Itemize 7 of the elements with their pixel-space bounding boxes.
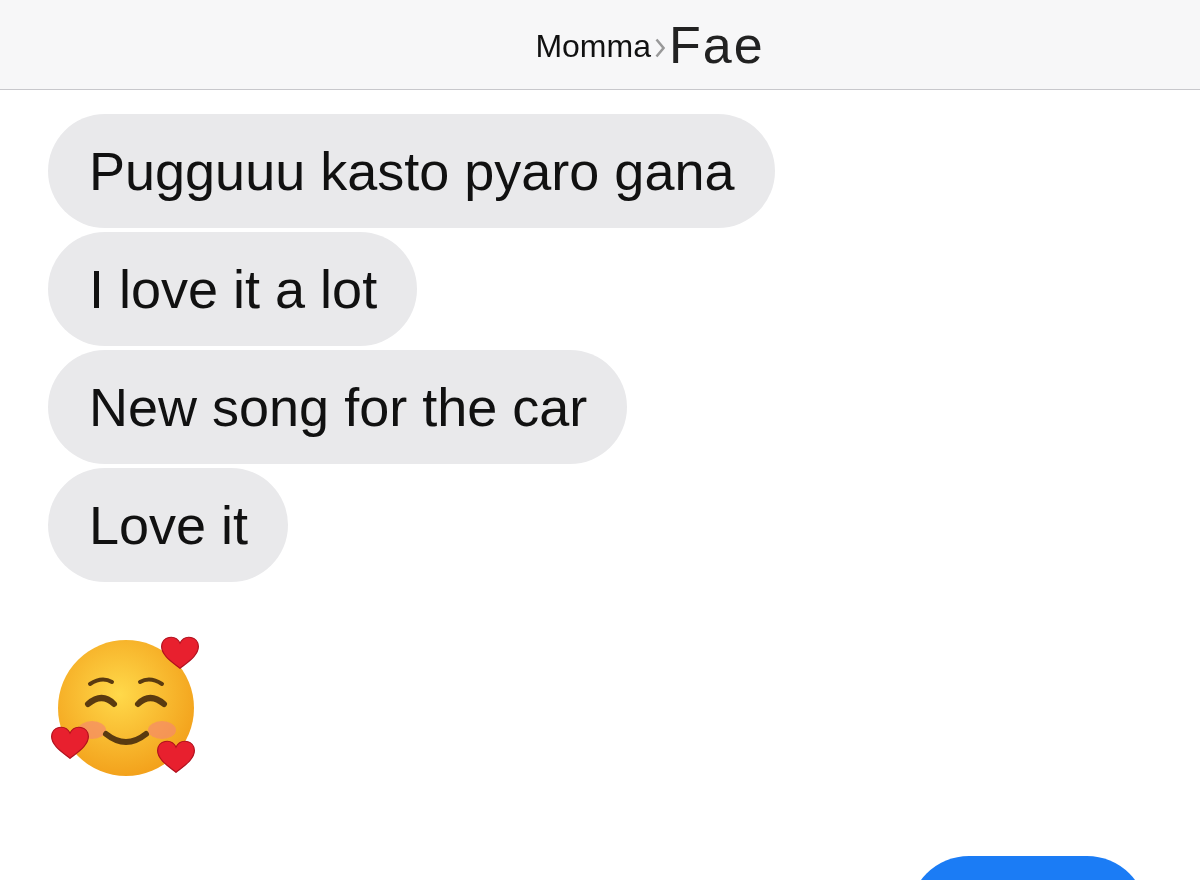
- chevron-icon: [654, 37, 665, 58]
- message-bubble: Pugguuu kasto pyaro gana: [48, 114, 775, 228]
- overlay-text: Fae: [668, 14, 765, 75]
- message-bubble: New song for the car: [48, 350, 628, 464]
- contact-name[interactable]: Momma: [535, 24, 651, 65]
- message-bubble: I love it a lot: [48, 232, 418, 346]
- message-bubble: Love it: [48, 468, 289, 582]
